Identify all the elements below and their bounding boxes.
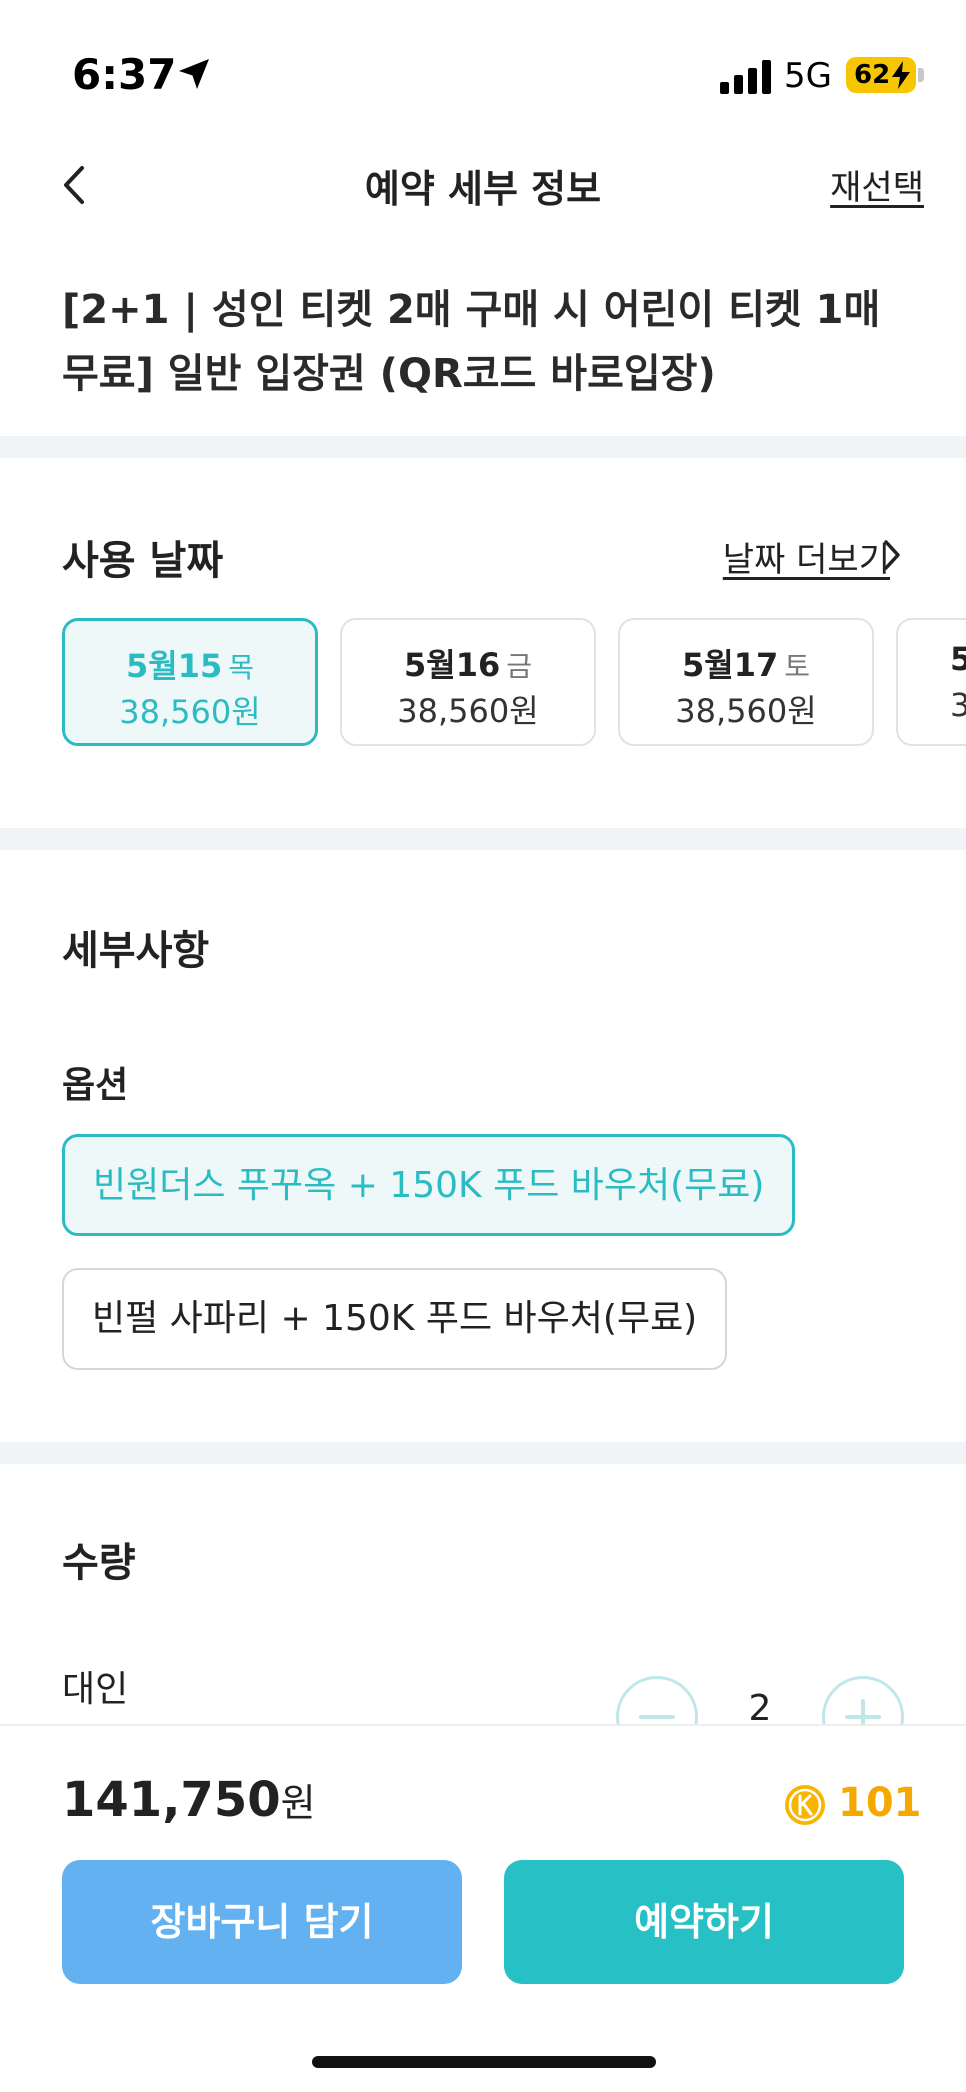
date-section-heading: 사용 날짜 [62,538,224,584]
date-card[interactable]: 5월15 목 38,560원 [62,618,318,746]
weekday-label: 토 [784,650,810,683]
home-indicator [312,2056,656,2068]
date-card[interactable]: 5월16 금 38,560원 [340,618,596,746]
option-chip[interactable]: 빈원더스 푸꾸옥 + 150K 푸드 바우처(무료) [62,1134,796,1236]
date-price: 38,560원 [397,692,539,730]
more-dates-link[interactable]: 날짜 더보기 [723,532,890,581]
weekday-label: 금 [506,650,532,683]
points-value: 101 [838,1780,922,1826]
option-chip[interactable]: 빈펄 사파리 + 150K 푸드 바우처(무료) [62,1268,728,1370]
date-label: 5 [950,640,966,678]
location-arrow-icon [179,59,209,89]
quantity-heading: 수량 [62,1540,136,1586]
battery-level: 62 [854,60,891,90]
product-title: [2+1 | 성인 티켓 2매 구매 시 어린이 티켓 1매 무료] 일반 입장… [62,287,881,397]
date-price: 38,560원 [119,693,261,731]
total-unit: 원 [280,1781,316,1825]
section-divider [0,436,966,458]
total-amount: 141,750 [62,1772,281,1828]
add-to-cart-button[interactable]: 장바구니 담기 [62,1860,462,1984]
signal-icon [720,60,771,94]
details-heading: 세부사항 [62,928,210,974]
section-divider [0,1442,966,1464]
date-label: 5월16 [403,646,501,684]
date-card[interactable]: 5월17 토 38,560원 [618,618,874,746]
date-price: 38,560원 [675,692,817,730]
date-label: 5월15 [125,647,223,685]
total-price: 141,750원 [62,1772,316,1828]
chevron-right-icon[interactable] [880,536,904,574]
date-card[interactable]: 5 3 [896,618,966,746]
adult-label: 대인 [62,1669,129,1710]
reselect-link[interactable]: 재선택 [830,160,924,209]
battery-cap [918,68,924,82]
weekday-label: 목 [228,651,254,684]
battery-icon: 62 [846,57,916,93]
date-price: 3 [950,686,966,724]
adult-count: 2 [748,1688,772,1729]
section-divider [0,828,966,850]
page-title: 예약 세부 정보 [364,167,602,211]
option-heading: 옵션 [62,1065,129,1106]
reserve-button[interactable]: 예약하기 [504,1860,904,1984]
status-time: 6:37 [72,50,177,99]
coin-icon [785,1785,825,1825]
network-label: 5G [784,56,832,96]
charging-bolt-icon [892,61,910,89]
date-label: 5월17 [681,646,779,684]
status-bar: 6:37 5G 62 [0,0,966,150]
